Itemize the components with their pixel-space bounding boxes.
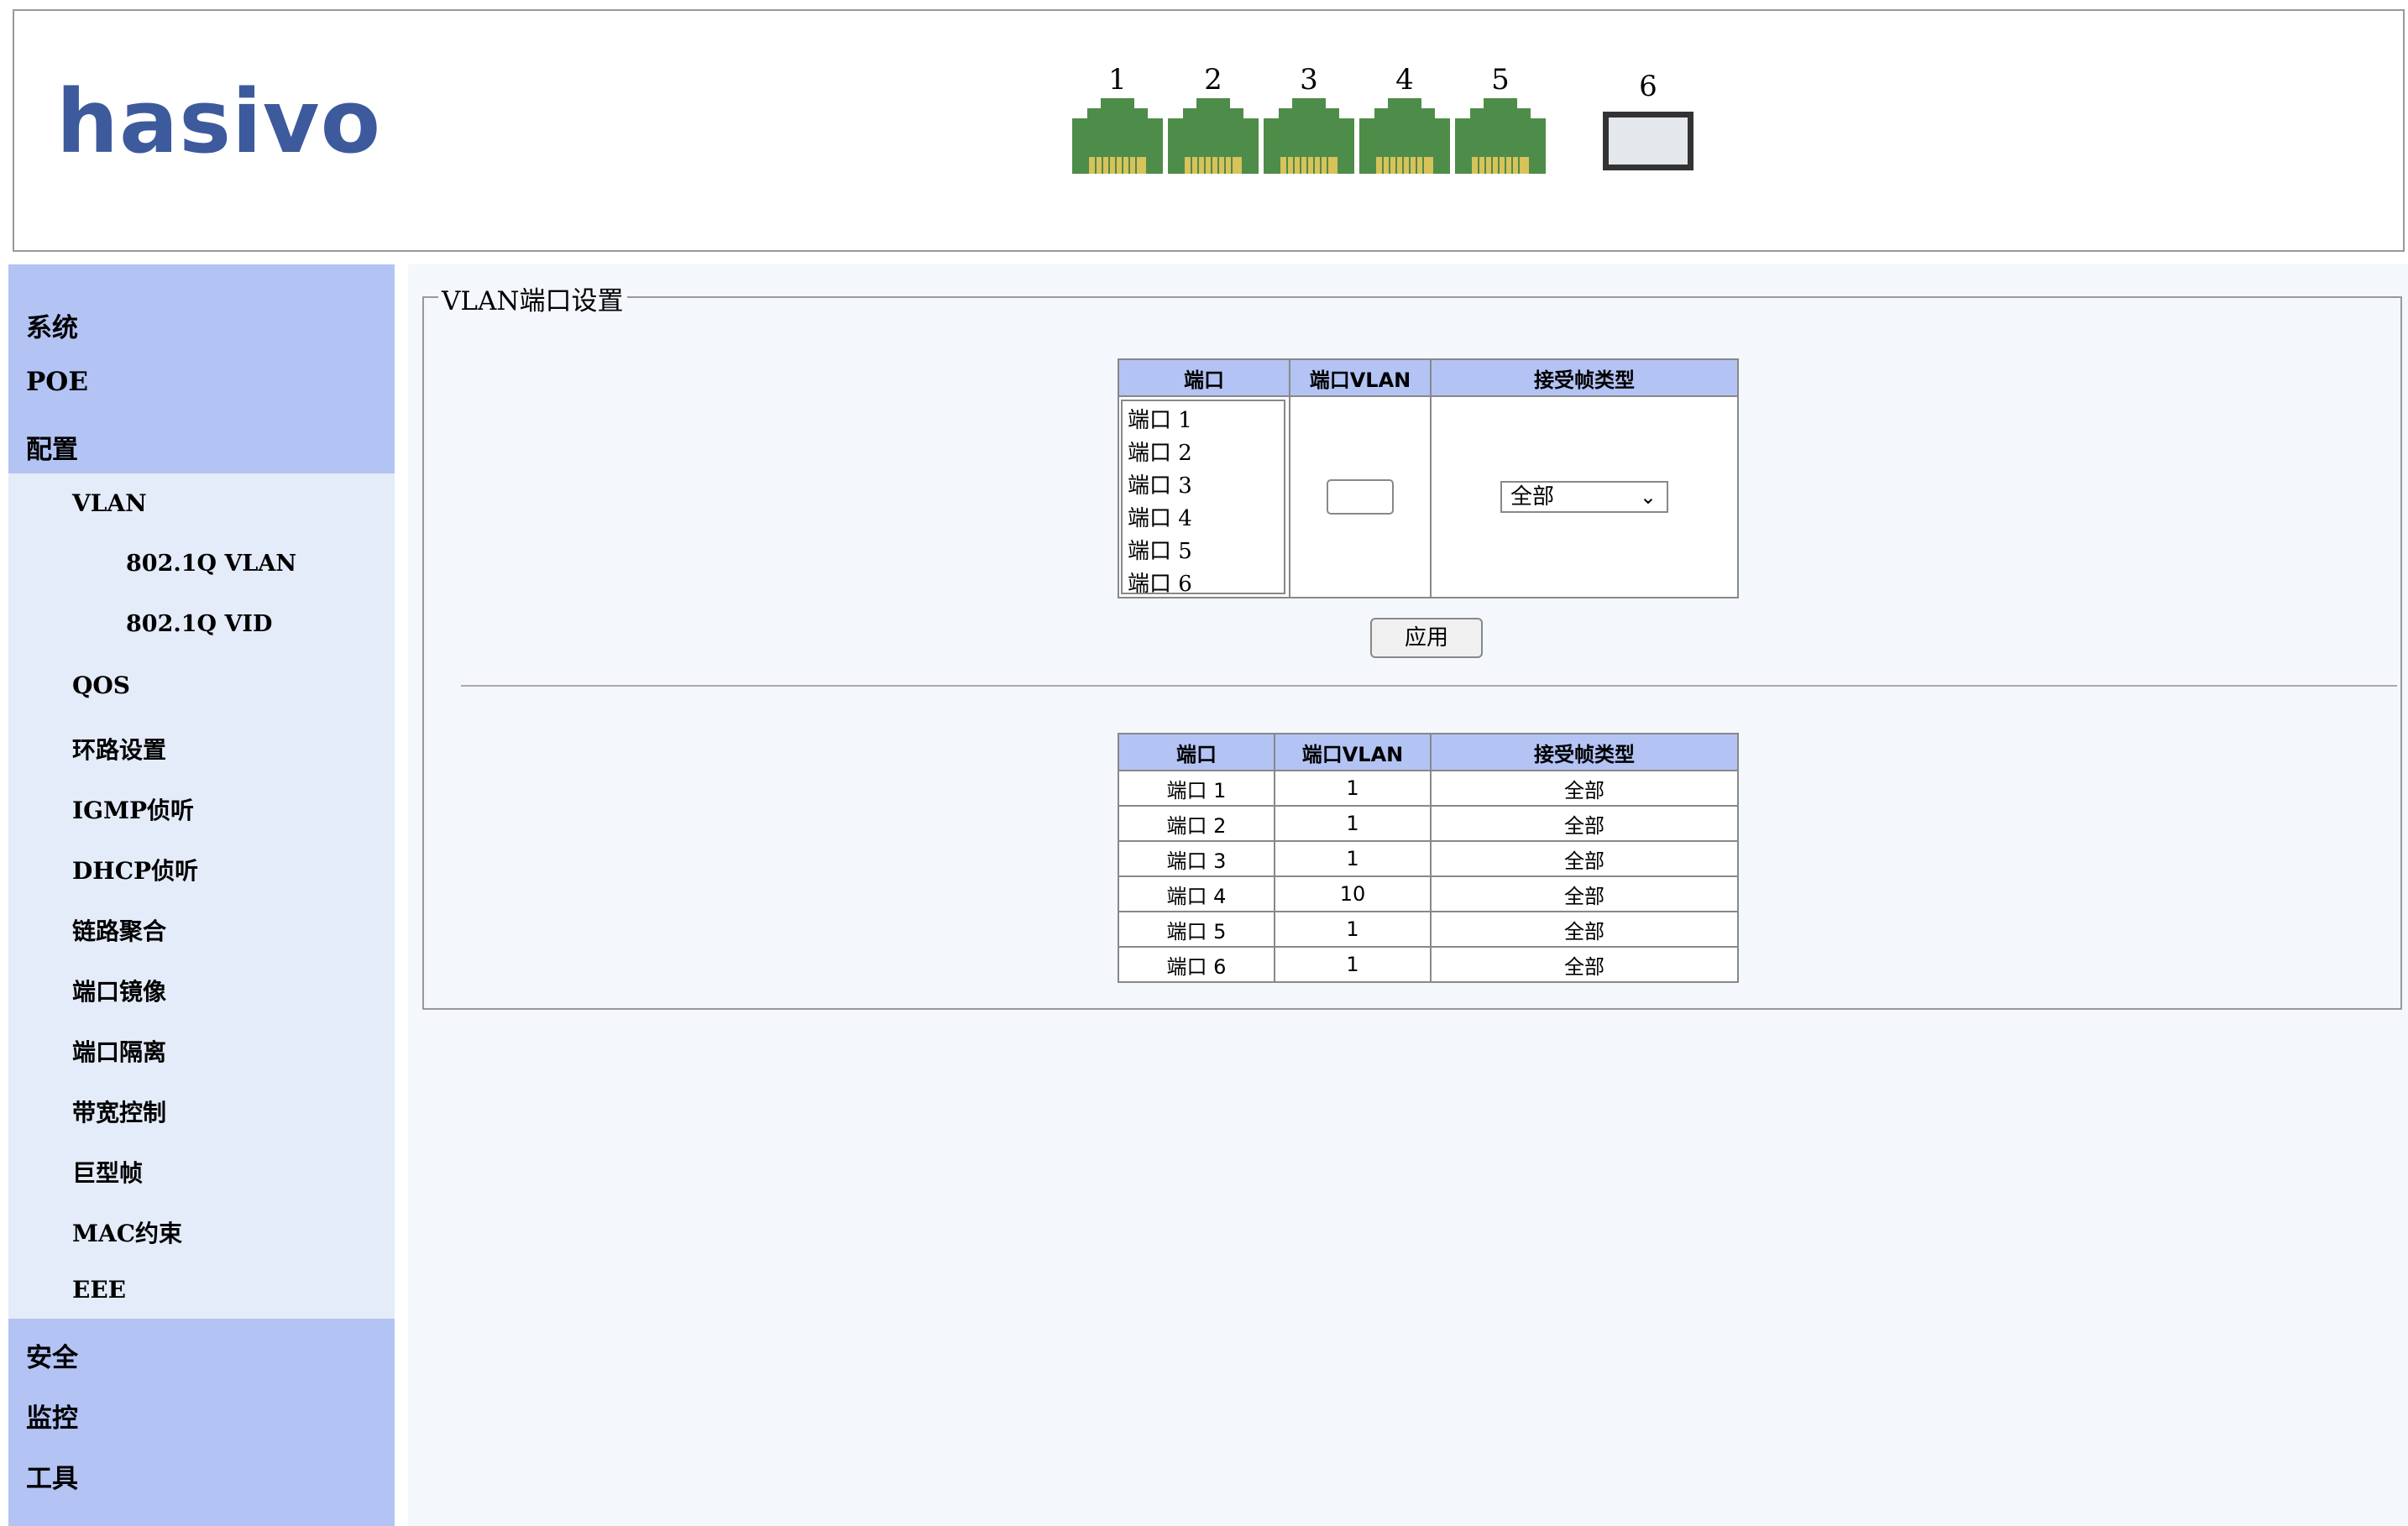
table-row: 端口 6 1 全部 [1118,946,1739,983]
sfp-port-icon[interactable] [1603,112,1693,170]
table-cell: 10 [1274,875,1432,912]
table-row: 端口 4 10 全部 [1118,875,1739,912]
column-header: 接受帧类型 [1430,358,1739,397]
sidebar-item-vlan[interactable]: VLAN [72,489,147,517]
port-5-icon[interactable]: 5 [1455,61,1546,174]
table-row: 端口 2 1 全部 [1118,805,1739,842]
sidebar-item-isolation[interactable]: 端口隔离 [72,1034,166,1068]
vlan-input-cell [1289,395,1432,598]
sidebar-item-dhcp[interactable]: DHCP侦听 [72,853,198,886]
sidebar-item-config[interactable]: 配置 [26,428,78,466]
sidebar-item-loop[interactable]: 环路设置 [72,732,166,766]
vlan-port-settings-panel: VLAN端口设置 端口 端口VLAN 接受帧类型 端口 1 端口 2 端口 3 … [422,280,2402,1010]
port-option[interactable]: 端口 4 [1128,503,1279,536]
table-cell: 1 [1274,911,1432,948]
rj45-port-icon [1455,98,1546,174]
sidebar-item-link-agg[interactable]: 链路聚合 [72,913,166,947]
sidebar-item-bandwidth[interactable]: 带宽控制 [72,1095,166,1128]
port-vlan-input[interactable] [1327,479,1394,515]
column-header: 端口 [1118,358,1290,397]
frame-type-cell: 全部 ⌄ [1430,395,1739,598]
rj45-port-icon [1072,98,1163,174]
frame-type-select[interactable]: 全部 ⌄ [1500,481,1668,513]
panel-title: VLAN端口设置 [438,280,627,317]
table-cell: 全部 [1430,840,1739,877]
table-cell: 1 [1274,770,1432,807]
table-cell: 全部 [1430,770,1739,807]
sidebar-nav: 系统 POE 配置 VLAN 802.1Q VLAN 802.1Q VID QO… [8,264,395,1526]
port-number: 3 [1300,63,1318,97]
main-content: VLAN端口设置 端口 端口VLAN 接受帧类型 端口 1 端口 2 端口 3 … [408,264,2408,1526]
port-number: 5 [1491,63,1510,97]
table-cell: 端口 1 [1118,770,1275,807]
port-3-icon[interactable]: 3 [1264,61,1354,174]
table-cell: 全部 [1430,946,1739,983]
table-cell: 1 [1274,840,1432,877]
sidebar-item-igmp[interactable]: IGMP侦听 [72,792,194,826]
table-row: 端口 3 1 全部 [1118,840,1739,877]
table-row: 端口 5 1 全部 [1118,911,1739,948]
port-option[interactable]: 端口 1 [1128,405,1279,437]
sidebar-item-tools[interactable]: 工具 [26,1457,78,1495]
table-cell: 全部 [1430,911,1739,948]
port-2-icon[interactable]: 2 [1168,61,1259,174]
frame-type-value: 全部 [1510,484,1555,510]
port-option[interactable]: 端口 3 [1128,470,1279,503]
port-option[interactable]: 端口 5 [1128,536,1279,568]
sidebar-item-mirror[interactable]: 端口镜像 [72,974,166,1007]
sidebar-item-security[interactable]: 安全 [26,1336,78,1374]
port-option[interactable]: 端口 2 [1128,437,1279,470]
column-header: 接受帧类型 [1430,733,1739,771]
table-cell: 端口 2 [1118,805,1275,842]
vlan-status-table: 端口 端口VLAN 接受帧类型 端口 1 1 全部 端口 2 1 全部 端口 3… [1118,733,1739,983]
sfp-port-number: 6 [1639,70,1657,103]
column-header: 端口VLAN [1274,733,1432,771]
port-number: 1 [1108,63,1127,97]
sidebar-item-poe[interactable]: POE [26,367,88,397]
table-row: 端口 1 1 全部 [1118,770,1739,807]
port-4-icon[interactable]: 4 [1359,61,1450,174]
sidebar-item-monitor[interactable]: 监控 [26,1397,78,1435]
rj45-port-icon [1359,98,1450,174]
chevron-down-icon: ⌄ [1639,485,1657,509]
column-header: 端口 [1118,733,1275,771]
table-cell: 1 [1274,805,1432,842]
table-cell: 1 [1274,946,1432,983]
table-cell: 全部 [1430,875,1739,912]
divider [461,685,2397,687]
rj45-port-icon [1168,98,1259,174]
table-cell: 端口 5 [1118,911,1275,948]
sidebar-item-jumbo[interactable]: 巨型帧 [72,1155,143,1189]
sidebar-item-eee[interactable]: EEE [72,1276,126,1304]
brand-logo: hasivo [56,71,382,173]
table-cell: 端口 3 [1118,840,1275,877]
table-cell: 端口 6 [1118,946,1275,983]
sidebar-item-8021q-vlan[interactable]: 802.1Q VLAN [126,551,296,577]
port-multiselect[interactable]: 端口 1 端口 2 端口 3 端口 4 端口 5 端口 6 [1121,400,1285,597]
port-number: 4 [1395,63,1414,97]
sidebar-item-mac-limit[interactable]: MAC约束 [72,1215,182,1249]
column-header: 端口VLAN [1289,358,1432,397]
sidebar-item-8021q-vid[interactable]: 802.1Q VID [126,611,272,637]
sidebar-item-qos[interactable]: QOS [72,672,130,699]
rj45-port-icon [1264,98,1354,174]
sidebar-item-system[interactable]: 系统 [26,306,78,344]
header-panel: hasivo 1 2 3 4 5 6 [13,9,2405,252]
port-option[interactable]: 端口 6 [1128,568,1279,601]
vlan-config-table: 端口 端口VLAN 接受帧类型 端口 1 端口 2 端口 3 端口 4 端口 5… [1118,358,1739,598]
table-cell: 全部 [1430,805,1739,842]
table-cell: 端口 4 [1118,875,1275,912]
port-select-cell: 端口 1 端口 2 端口 3 端口 4 端口 5 端口 6 [1118,395,1290,598]
port-1-icon[interactable]: 1 [1072,61,1163,174]
apply-button[interactable]: 应用 [1370,618,1483,658]
port-number: 2 [1204,63,1222,97]
